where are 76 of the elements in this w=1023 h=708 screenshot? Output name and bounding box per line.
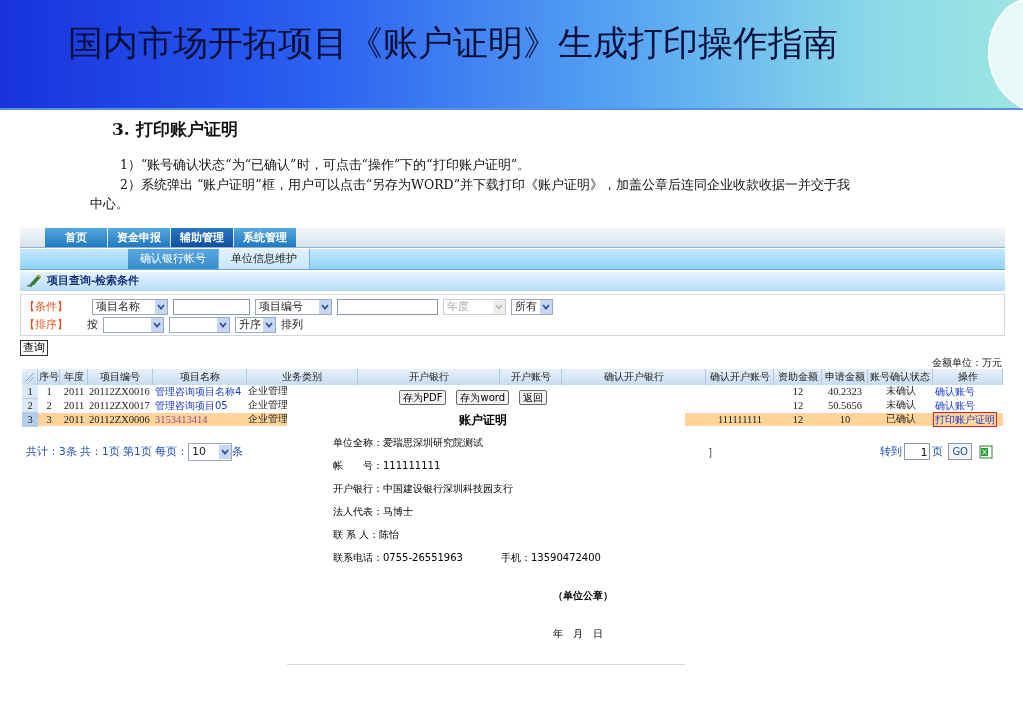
caret-icon: [319, 299, 331, 314]
dialog-button[interactable]: 存为word: [456, 390, 510, 405]
slide-title: 国内市场开拓项目《账户证明》生成打印操作指南: [68, 22, 838, 65]
condition-label: 【条件】: [24, 299, 69, 314]
go-button[interactable]: GO: [948, 443, 972, 460]
certificate-field: 联 系 人：陈怡: [333, 527, 400, 542]
pencil-icon: [26, 274, 42, 288]
certificate-field: 手机：13590472400: [500, 550, 601, 565]
column-header: 账号确认状态: [868, 368, 933, 385]
nav-tab[interactable]: 首页: [45, 227, 107, 247]
spreadsheet-icon[interactable]: [979, 444, 993, 459]
bracket-fragment: ]: [708, 445, 713, 458]
pager-summary: 共计：3条 共：1页 第1页 每页：: [26, 444, 189, 459]
caret-icon: [217, 317, 229, 332]
sort-text: 排列: [281, 317, 303, 332]
instruction-paragraph: 2）系统弹出 “账户证明”框，用户可以点击“另存为WORD”并下载打印《账户证明》，加盖公章后连同企业收款收据一并交于我中心。: [90, 175, 852, 213]
column-header: 业务类别: [247, 368, 358, 385]
search-button[interactable]: 查询: [20, 339, 48, 356]
text-field[interactable]: [173, 298, 250, 315]
amount-unit: 金额单位：万元: [931, 355, 1003, 369]
dialog-button[interactable]: 存为PDF: [399, 390, 447, 405]
table-cell: 3: [38, 412, 60, 426]
dialog-button[interactable]: 返回: [519, 390, 548, 405]
table-cell: 111111111: [706, 412, 774, 426]
certificate-field: 帐 号：111111111: [333, 458, 441, 473]
goto-label: 转到: [880, 444, 903, 459]
sort-label: 【排序】: [24, 317, 69, 332]
column-header: 序号: [38, 368, 60, 385]
seal-note: （单位公章）: [553, 589, 614, 603]
certificate-field: 联系电话：0755-26551963: [333, 550, 463, 565]
column-header: 年度: [60, 368, 88, 385]
action-link[interactable]: 确认账号: [934, 384, 976, 398]
table-cell: 2011: [60, 412, 88, 426]
caret-icon: [155, 299, 167, 314]
page-size-unit: 条: [232, 444, 244, 459]
column-header: 申请金额: [822, 368, 868, 385]
dropdown[interactable]: [103, 316, 164, 333]
column-header: 项目编号: [88, 368, 153, 385]
sub-tab[interactable]: 单位信息维护: [219, 248, 310, 269]
dialog-title: 账户证明: [459, 412, 508, 429]
dropdown[interactable]: 升序: [235, 316, 276, 333]
table-cell: 20112ZX0006: [88, 412, 153, 426]
grip-icon: [24, 371, 35, 382]
table-cell: 10: [822, 412, 868, 426]
table-cell: 12: [774, 412, 822, 426]
caret-icon: [493, 299, 505, 314]
certificate-field: 开户银行：中国建设银行深圳科技园支行: [333, 481, 513, 496]
caret-icon: [219, 444, 232, 459]
date-line: 年 月 日: [553, 627, 604, 641]
column-header: 确认开户银行: [562, 368, 706, 385]
column-header: 项目名称: [153, 368, 247, 385]
column-header: 资助金额: [774, 368, 822, 385]
instruction-paragraph: 1）“账号确认状态“为“已确认”时，可点击“操作”下的“打印账户证明”。: [119, 156, 532, 174]
caret-icon: [151, 317, 163, 332]
column-header: 操作: [933, 368, 1003, 385]
panel-title: 项目查询-检索条件: [47, 274, 140, 288]
text-field[interactable]: [337, 298, 438, 315]
caret-icon: [540, 299, 552, 314]
page-input[interactable]: 1: [904, 443, 931, 460]
dropdown[interactable]: 所有: [511, 298, 553, 315]
action-link[interactable]: 确认账号: [934, 398, 976, 412]
page-unit: 页: [932, 444, 944, 459]
column-header: 确认开户账号: [706, 368, 774, 385]
dropdown[interactable]: 项目编号: [255, 298, 332, 315]
certificate-field: 单位全称：爱瑞思深圳研究院测试: [333, 435, 483, 450]
sort-text: 按: [87, 317, 98, 332]
certificate-field: 法人代表：马博士: [333, 504, 413, 519]
section-heading: 3. 打印账户证明: [112, 118, 239, 141]
dropdown[interactable]: [169, 316, 230, 333]
caret-icon: [263, 317, 275, 332]
column-header: 开户银行: [358, 368, 500, 385]
dropdown[interactable]: 项目名称: [92, 298, 168, 315]
table-cell: 已确认: [868, 412, 933, 426]
nav-tab[interactable]: 辅助管理: [171, 227, 233, 247]
page-size-select[interactable]: 10: [188, 442, 233, 461]
column-header: 开户账号: [500, 368, 562, 385]
